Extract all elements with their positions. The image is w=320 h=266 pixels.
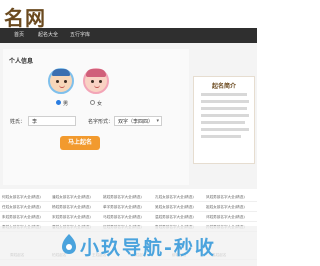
- boy-mouth: [59, 85, 65, 88]
- list-item[interactable]: 凤姓男孩名字大全(精选): [206, 195, 245, 200]
- list-item[interactable]: 朱姓男孩名字大全(精选): [2, 215, 41, 220]
- surname-input[interactable]: [28, 116, 76, 126]
- name-type-label: 名字形式：: [88, 119, 114, 125]
- nav-item-five-elements[interactable]: 五行字库: [70, 31, 90, 38]
- gender-female-label: 女: [97, 101, 103, 107]
- list-item[interactable]: 温姓男孩名字大全(精选): [155, 215, 194, 220]
- list-item[interactable]: 杨姓男孩名字大全(精选): [52, 205, 91, 210]
- intro-title: 起名简介: [211, 83, 236, 90]
- girl-eye-right: [99, 80, 102, 83]
- list-item[interactable]: 潘姓女孩名字大全(精选): [52, 195, 91, 200]
- list-item[interactable]: 何姓女孩名字大全(精选): [2, 195, 41, 200]
- surname-label: 姓氏：: [10, 119, 26, 125]
- watermark-logo-icon: [62, 234, 76, 254]
- table-row: 任姓女孩名字大全(精选) 杨姓男孩名字大全(精选) 单字男孩名字大全(精选) 吴…: [0, 203, 257, 212]
- girl-eye-left: [91, 80, 94, 83]
- boy-eye-left: [56, 80, 59, 83]
- submit-button[interactable]: 马上起名: [60, 136, 100, 150]
- intro-text-line: [201, 128, 249, 131]
- gender-male-label: 男: [63, 101, 69, 107]
- list-item[interactable]: 祖姓女孩名字大全(精选): [206, 205, 245, 210]
- list-item[interactable]: 孔姓女孩名字大全(精选): [155, 195, 194, 200]
- name-type-value: 双字（李四四）: [118, 119, 154, 125]
- list-item[interactable]: 邓姓男孩名字大全(精选): [206, 215, 245, 220]
- intro-text-line: [201, 121, 245, 124]
- nav-item-name-list[interactable]: 起名大全: [38, 31, 58, 38]
- intro-panel: 起名简介: [193, 76, 255, 164]
- watermark-text: 小玖导航-秒收: [80, 237, 216, 259]
- intro-text-line: [201, 93, 247, 96]
- girl-hair: [86, 69, 106, 77]
- nav-item-home[interactable]: 首页: [14, 31, 24, 38]
- list-item[interactable]: 吴姓女孩名字大全(精选): [155, 205, 194, 210]
- intro-text-line: [201, 107, 247, 110]
- table-row: 朱姓男孩名字大全(精选) 宋姓男孩名字大全(精选) 马姓男孩名字大全(精选) 温…: [0, 213, 257, 222]
- main-nav: 首页 起名大全 五行字库: [0, 28, 257, 43]
- list-item[interactable]: 宋姓男孩名字大全(精选): [52, 215, 91, 220]
- intro-text-line: [201, 114, 249, 117]
- dropdown-arrow-icon: ▾: [156, 118, 159, 124]
- boy-hair: [52, 69, 70, 76]
- list-item[interactable]: 单字男孩名字大全(精选): [103, 205, 142, 210]
- site-header: 名网: [0, 0, 257, 31]
- gender-male-radio[interactable]: [56, 100, 61, 105]
- section-title: 个人信息: [9, 58, 34, 65]
- list-item[interactable]: 任姓女孩名字大全(精选): [2, 205, 41, 210]
- girl-mouth: [94, 85, 100, 88]
- gender-female-radio[interactable]: [90, 100, 95, 105]
- list-item[interactable]: 姚姓男孩名字大全(精选): [103, 195, 142, 200]
- girl-avatar-icon[interactable]: [83, 68, 109, 94]
- intro-text-line: [201, 100, 249, 103]
- boy-avatar-icon[interactable]: [48, 68, 74, 94]
- table-row: 何姓女孩名字大全(精选) 潘姓女孩名字大全(精选) 姚姓男孩名字大全(精选) 孔…: [0, 193, 257, 202]
- site-logo[interactable]: 名网: [4, 2, 46, 31]
- intro-text-line: [201, 135, 241, 138]
- list-item[interactable]: 马姓男孩名字大全(精选): [103, 215, 142, 220]
- name-type-select[interactable]: 双字（李四四） ▾: [114, 116, 162, 126]
- boy-eye-right: [64, 80, 67, 83]
